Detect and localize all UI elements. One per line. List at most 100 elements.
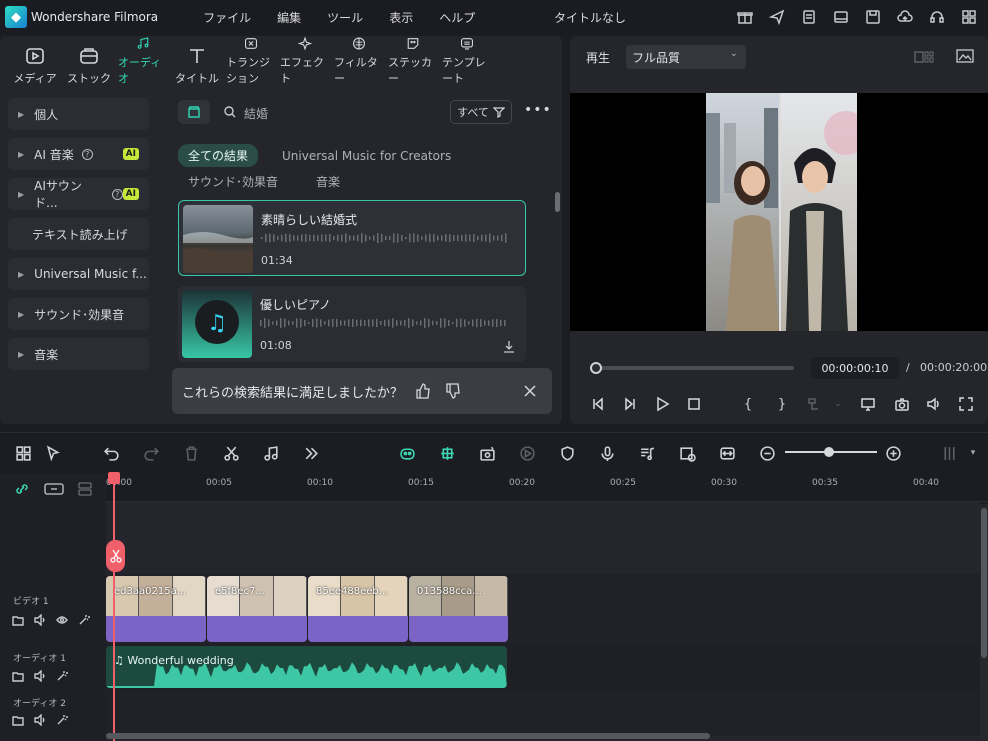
grid-icon[interactable] — [958, 6, 980, 28]
sidebar-item-universal[interactable]: ▶ Universal Music f... — [8, 258, 149, 290]
thumbs-down-icon[interactable] — [445, 383, 461, 399]
chevron-down-icon[interactable]: ▾ — [962, 443, 984, 463]
tab-universal[interactable]: Universal Music for Creators — [282, 149, 451, 163]
mark-in-icon[interactable]: { — [738, 394, 758, 414]
folder-lock-icon[interactable] — [12, 670, 24, 682]
audio2-lane[interactable] — [106, 690, 980, 736]
results-scrollbar[interactable] — [555, 192, 560, 212]
tab-effects[interactable]: エフェクト — [280, 36, 330, 92]
insert-icon[interactable] — [804, 394, 824, 414]
video-clip[interactable]: 013588cca... — [409, 576, 508, 642]
menu-tools[interactable]: ツール — [314, 9, 376, 26]
headset-icon[interactable] — [926, 6, 948, 28]
scrubber-handle[interactable] — [590, 362, 602, 374]
tab-media[interactable]: メディア — [10, 36, 60, 92]
timeline-ruler[interactable]: 00:00 00:05 00:10 00:15 00:20 00:25 00:3… — [106, 474, 988, 502]
shield-icon[interactable] — [556, 443, 578, 463]
more-tools-icon[interactable] — [300, 443, 322, 463]
ai-robot-icon[interactable] — [396, 443, 418, 463]
quality-select[interactable]: フル品質 ⌄ — [626, 45, 746, 69]
link-icon[interactable] — [14, 482, 30, 496]
tab-audio[interactable]: オーディオ — [118, 36, 168, 92]
fit-width-icon[interactable] — [716, 443, 738, 463]
playhead-line[interactable] — [113, 476, 115, 741]
close-icon[interactable] — [524, 385, 536, 397]
search-input[interactable]: 結婚 — [244, 105, 268, 122]
tab-sfx[interactable]: サウンド･効果音 — [188, 173, 278, 190]
playlist-music-icon[interactable] — [636, 443, 658, 463]
folder-lock-icon[interactable] — [12, 614, 24, 626]
save-icon[interactable] — [862, 6, 884, 28]
tab-stickers[interactable]: ステッカー — [388, 36, 438, 92]
play-icon[interactable] — [652, 394, 672, 414]
next-frame-icon[interactable] — [620, 394, 640, 414]
ai-cut-icon[interactable] — [436, 443, 458, 463]
sidebar-item-tts[interactable]: テキスト読み上げ — [8, 218, 149, 250]
multi-view-icon[interactable] — [914, 50, 934, 64]
speaker-icon[interactable] — [34, 614, 46, 626]
more-options-icon[interactable]: ••• — [524, 102, 552, 118]
document-icon[interactable] — [798, 6, 820, 28]
prev-frame-icon[interactable] — [588, 394, 608, 414]
cloud-upload-icon[interactable] — [894, 6, 916, 28]
microphone-icon[interactable] — [596, 443, 618, 463]
magic-wand-icon[interactable] — [56, 714, 68, 726]
sidebar-item-music[interactable]: ▶ 音楽 — [8, 338, 149, 370]
sidebar-item-sfx[interactable]: ▶ サウンド･効果音 — [8, 298, 149, 330]
timeline-horizontal-scrollbar[interactable] — [106, 733, 710, 739]
sidebar-item-personal[interactable]: ▶ 個人 — [8, 98, 149, 130]
tab-transition[interactable]: トランジション — [226, 36, 276, 92]
mark-out-icon[interactable]: } — [772, 394, 792, 414]
speaker-icon[interactable] — [34, 670, 46, 682]
eye-icon[interactable] — [56, 614, 68, 626]
menu-file[interactable]: ファイル — [190, 9, 264, 26]
thumbs-up-icon[interactable] — [415, 383, 431, 399]
menu-edit[interactable]: 編集 — [264, 9, 314, 26]
library-toggle-button[interactable] — [178, 100, 210, 124]
play-circle-icon[interactable] — [516, 443, 538, 463]
folder-lock-icon[interactable] — [12, 714, 24, 726]
grid-dots-icon[interactable] — [938, 443, 960, 463]
layout-grid-icon[interactable] — [12, 443, 34, 463]
gift-icon[interactable] — [734, 6, 756, 28]
magic-wand-icon[interactable] — [78, 614, 90, 626]
image-icon[interactable] — [956, 48, 974, 64]
scissors-icon[interactable] — [220, 443, 242, 463]
preview-scrubber[interactable] — [590, 366, 794, 370]
chevron-down-icon[interactable]: ⌄ — [828, 394, 848, 414]
current-timecode[interactable]: 00:00:00:10 — [811, 357, 899, 379]
redo-icon[interactable] — [140, 443, 162, 463]
undo-icon[interactable] — [100, 443, 122, 463]
tab-title[interactable]: タイトル — [172, 36, 222, 92]
help-icon[interactable]: ? — [111, 188, 123, 200]
menu-help[interactable]: ヘルプ — [426, 9, 488, 26]
audio-result-card[interactable]: 素晴らしい結婚式 01:34 — [178, 200, 526, 276]
video-clip[interactable]: 85ee488eeb... — [308, 576, 408, 642]
menu-view[interactable]: 表示 — [376, 9, 426, 26]
display-icon[interactable] — [858, 394, 878, 414]
filter-all-button[interactable]: すべて — [450, 100, 512, 124]
send-icon[interactable] — [766, 6, 788, 28]
ai-camera-icon[interactable] — [476, 443, 498, 463]
tab-music[interactable]: 音楽 — [316, 173, 340, 190]
audio-edit-icon[interactable] — [260, 443, 282, 463]
layout-icon[interactable] — [830, 6, 852, 28]
add-track-icon[interactable] — [44, 482, 64, 496]
video-clip[interactable]: ed3aa0215a... — [106, 576, 206, 642]
calendar-sync-icon[interactable] — [676, 443, 698, 463]
magic-wand-icon[interactable] — [56, 670, 68, 682]
sidebar-item-ai-sound[interactable]: ▶ AIサウンド...? AI — [8, 178, 149, 210]
tab-stock[interactable]: ストック — [64, 36, 114, 92]
audio-clip[interactable]: ♫ Wonderful wedding — [106, 646, 507, 688]
playhead-scissors-icon[interactable] — [106, 540, 125, 572]
tab-all-results[interactable]: 全ての結果 — [178, 144, 259, 167]
stop-icon[interactable] — [684, 394, 704, 414]
camera-snapshot-icon[interactable] — [892, 394, 912, 414]
playhead-handle[interactable] — [108, 472, 120, 484]
video-clip[interactable]: e5f8ec7... — [207, 576, 307, 642]
fullscreen-icon[interactable] — [956, 394, 976, 414]
zoom-out-icon[interactable] — [756, 443, 778, 463]
help-icon[interactable]: ? — [81, 148, 93, 160]
tab-filters[interactable]: フィルター — [334, 36, 384, 92]
sidebar-item-ai-music[interactable]: ▶ AI 音楽? AI — [8, 138, 149, 170]
